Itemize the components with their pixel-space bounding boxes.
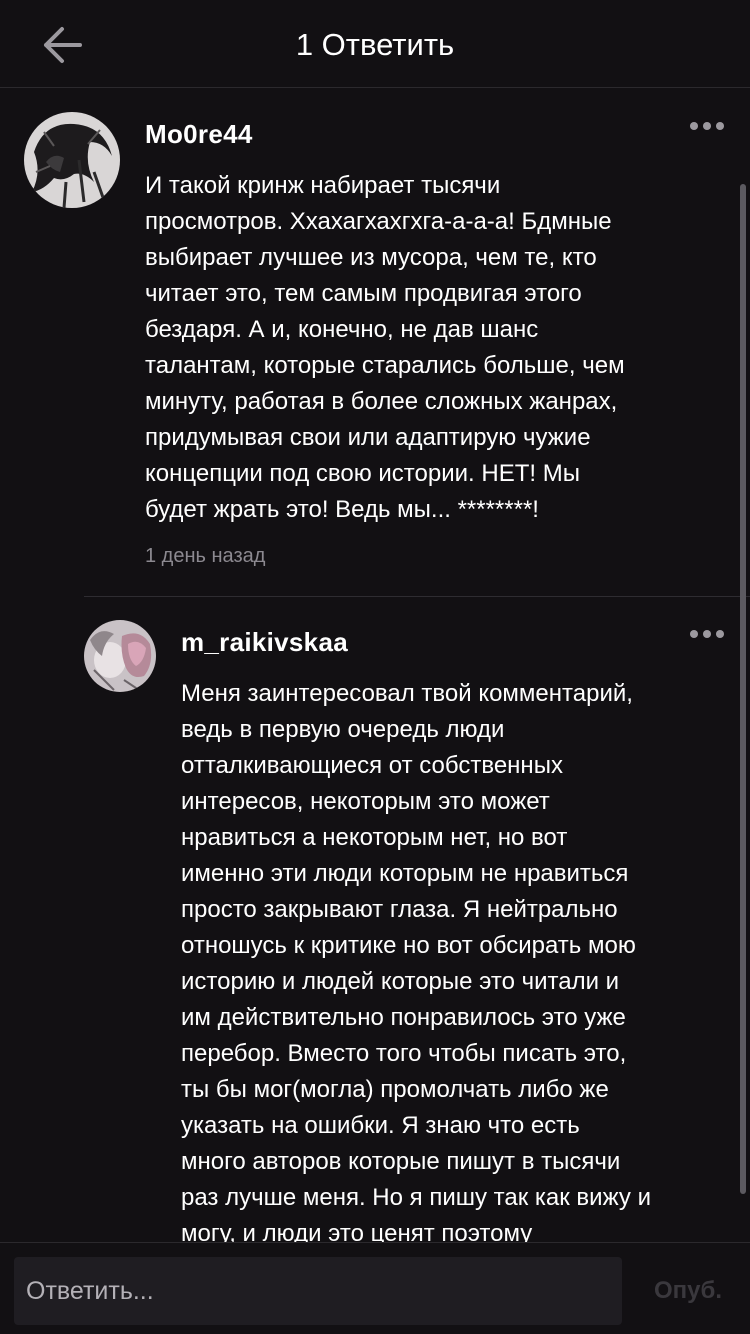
comment-timestamp: 1 день назад: [145, 545, 266, 567]
top-bar: 1 Ответить: [0, 0, 750, 88]
more-horizontal-icon: [690, 630, 698, 638]
comment-text: И такой кринж набирает тысячи просмотров…: [145, 172, 625, 523]
comment-username[interactable]: Mo0re44: [145, 118, 253, 150]
comment-reply: m_raikivskaa Меня заинтересовал твой ком…: [0, 598, 750, 1242]
scrollbar[interactable]: [740, 184, 746, 1194]
publish-button[interactable]: Опуб.: [640, 1257, 736, 1325]
comment-parent: Mo0re44 И такой кринж набирает тысячи пр…: [0, 88, 750, 598]
page-title: 1 Ответить: [295, 27, 455, 62]
more-horizontal-icon: [690, 122, 698, 130]
divider: [84, 596, 750, 597]
avatar[interactable]: [24, 112, 120, 208]
comment-thread[interactable]: Mo0re44 И такой кринж набирает тысячи пр…: [0, 88, 750, 1242]
more-options-button[interactable]: [688, 624, 726, 644]
more-options-button[interactable]: [688, 116, 726, 136]
avatar[interactable]: [84, 620, 156, 692]
comment-username[interactable]: m_raikivskaa: [181, 626, 348, 658]
comment-text: Меня заинтересовал твой комментарий, вед…: [181, 680, 651, 1242]
reply-bar: Опуб.: [0, 1242, 750, 1334]
reply-input[interactable]: [14, 1257, 622, 1325]
